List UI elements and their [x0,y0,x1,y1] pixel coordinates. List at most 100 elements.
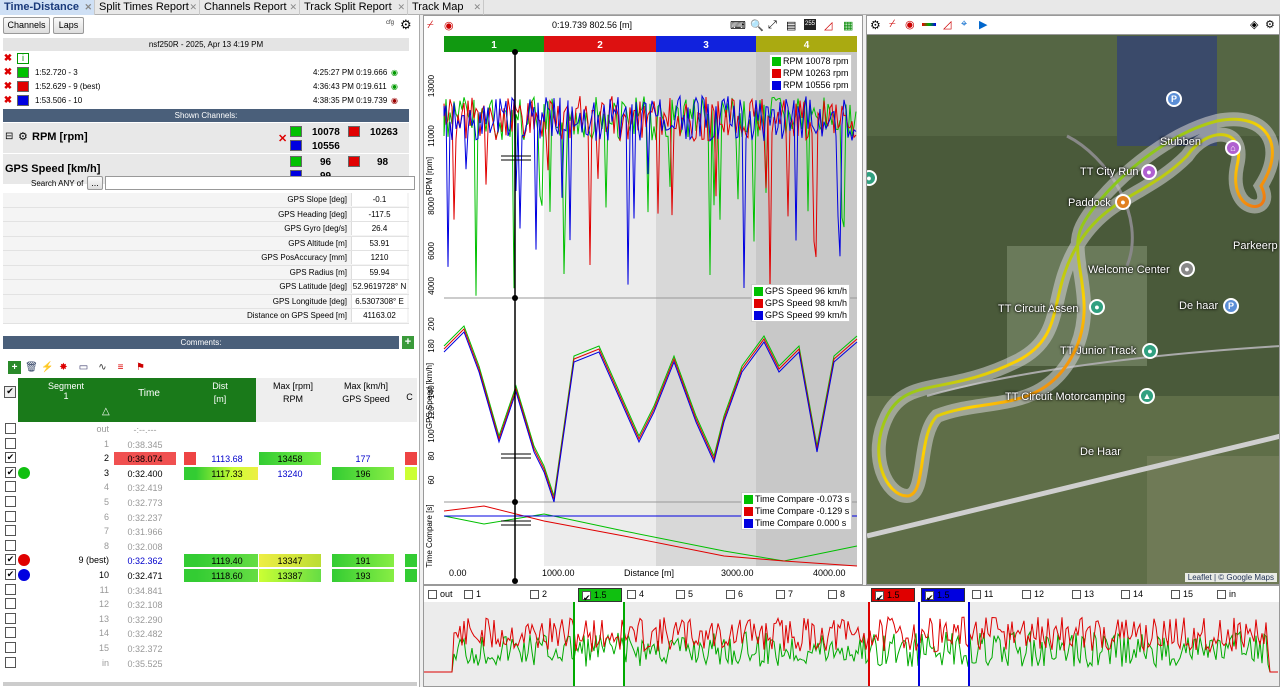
row-checkbox[interactable] [5,437,16,449]
overview-segment[interactable]: in [1217,588,1236,600]
overview-segment[interactable]: out [428,588,453,600]
record-icon[interactable]: ◉ [444,19,454,32]
overview-segment[interactable]: 6 [726,588,743,600]
row-checkbox[interactable]: ✔ [5,554,16,566]
eye-icon[interactable]: ◉ [391,66,398,80]
overview-segment[interactable]: ✔ 1.5 [871,588,915,603]
layers-icon[interactable]: ◈ [1250,18,1258,31]
select-all-checkbox[interactable]: ✔ [4,386,16,398]
tab-time-distance[interactable]: Time-Distance ✕ [0,0,95,15]
column-extra[interactable]: C [402,378,417,422]
trash-icon[interactable]: 🗑 [25,361,38,374]
park-icon[interactable]: ● [1142,343,1158,359]
remove-icon[interactable]: ✖ [3,68,13,78]
record-icon[interactable]: ◉ [905,18,915,31]
table-row[interactable]: ✔ 2 0:38.074 1113.68 13458 177 [3,451,417,466]
grid-icon[interactable]: ▦ [843,19,853,32]
info-pin-icon[interactable]: ● [1179,261,1195,277]
overview-segment[interactable]: 13 [1072,588,1094,600]
table-row[interactable]: 12 0:32.108 [3,597,417,612]
overview-segment[interactable]: 1 [464,588,481,600]
park-icon[interactable]: ● [1089,299,1105,315]
column-time[interactable]: Time △ [102,378,184,422]
camping-icon[interactable]: ▲ [1139,388,1155,404]
row-checkbox[interactable] [5,481,16,493]
close-icon[interactable]: ✕ [84,0,92,15]
row-checkbox[interactable] [5,423,16,434]
table-row[interactable]: 4 0:32.419 [3,480,417,495]
add-comment-button[interactable]: + [402,336,414,349]
row-checkbox[interactable] [5,612,16,624]
overview-segment[interactable]: ✔ 1.5 [921,588,965,603]
play-icon[interactable]: ▶ [979,18,987,31]
trace-icon[interactable]: ⌿ [427,19,434,32]
table-row[interactable]: in 0:35.525 [3,656,417,671]
overview-segment[interactable]: 7 [776,588,793,600]
layers-icon[interactable]: ▤ [786,19,796,32]
column-segment[interactable]: Segment 1 [18,378,114,422]
table-row[interactable]: ✔ 3 0:32.400 1117.33 13240 196 [3,466,417,481]
row-checkbox[interactable] [5,656,16,668]
attraction-icon[interactable]: ⌂ [1225,140,1241,156]
tab-track-map[interactable]: Track Map ✕ [408,0,484,15]
row-checkbox[interactable] [5,496,16,507]
row-checkbox[interactable]: ✔ [5,466,16,478]
tab-split-times-report[interactable]: Split Times Report ✕ [95,0,200,15]
settings-icon[interactable]: ⚙ [1265,18,1275,31]
remove-icon[interactable]: ✖ [3,82,13,92]
row-checkbox[interactable] [5,510,16,522]
track-map[interactable]: Stubben TT City Run Paddock Parkeerp Wel… [866,15,1280,585]
column-max-kmh[interactable]: Max [km/h] GPS Speed [330,378,402,422]
overview-segment[interactable]: 12 [1022,588,1044,600]
overview-segment[interactable]: 4 [627,588,644,600]
crosshair-icon[interactable]: ⌖ [961,18,967,31]
row-checkbox[interactable] [5,627,16,639]
curve-icon[interactable]: ∿ [96,361,109,374]
table-row[interactable]: 8 0:32.008 [3,539,417,554]
overview-segment[interactable]: 5 [676,588,693,600]
parking-icon[interactable]: P [1166,91,1182,107]
info-icon[interactable]: i [17,53,29,64]
search-options-button[interactable]: ... [87,176,103,190]
marker-icon[interactable]: ✸ [57,361,70,374]
search-input[interactable] [105,176,415,190]
lap-row[interactable]: ✖ 1:52.629 - 9 (best) 4:36:43 PM 0:19.61… [3,80,409,94]
overview-segment[interactable]: 2 [530,588,547,600]
remove-icon[interactable]: ✕ [278,132,287,145]
gear-icon[interactable]: ⚙ [400,17,412,33]
close-icon[interactable]: ✕ [397,0,405,15]
table-row[interactable]: 6 0:32.237 [3,510,417,525]
lap-row[interactable]: ✖ 1:53.506 - 10 4:38:35 PM 0:19.739 ◉ [3,94,409,108]
row-checkbox[interactable] [5,642,16,653]
eye-icon[interactable]: ◉ [391,80,398,94]
color-scale-icon[interactable] [922,23,936,26]
attraction-icon[interactable]: ● [1141,164,1157,180]
table-row[interactable]: 7 0:31.966 [3,524,417,539]
lap-row[interactable]: ✖ 1:52.720 - 3 4:25:27 PM 0:19.666 ◉ [3,66,409,80]
channel-rpm[interactable]: ⊟ ⚙ RPM [rpm] ✕ 10078 10263 10556 [3,123,409,153]
tab-track-split-report[interactable]: Track Split Report ✕ [300,0,408,15]
close-icon[interactable]: ✕ [473,0,481,15]
overview-segment[interactable]: 14 [1121,588,1143,600]
add-icon[interactable]: + [8,361,21,374]
map-attribution[interactable]: Leaflet | © Google Maps [1184,573,1277,582]
keyboard-icon[interactable]: ⌨ [730,19,746,32]
gear-icon[interactable]: ⚙ [870,18,881,32]
overview-segment[interactable]: 11 [972,588,993,600]
column-dist[interactable]: Dist [m] [184,378,256,422]
row-checkbox[interactable] [5,598,16,610]
zoom-icon[interactable]: 🔍 [750,19,764,32]
lap-row[interactable]: ✖ i [3,52,409,66]
triangle-icon[interactable]: ◿ [824,19,832,32]
table-row[interactable]: 5 0:32.773 [3,495,417,510]
row-checkbox[interactable] [5,525,16,537]
table-row[interactable]: 13 0:32.290 [3,612,417,627]
table-row[interactable]: out -:--.--- [3,422,417,437]
row-checkbox[interactable] [5,539,16,551]
parking-icon[interactable]: P [1223,298,1239,314]
flag-icon[interactable]: ⚑ [134,361,147,374]
collapse-icon[interactable]: ⊟ [5,131,13,142]
window-icon[interactable]: ▭ [77,361,90,374]
overview-segment[interactable]: ✔ 1.5 [578,588,622,603]
trace-icon[interactable]: ⌿ [889,18,896,31]
